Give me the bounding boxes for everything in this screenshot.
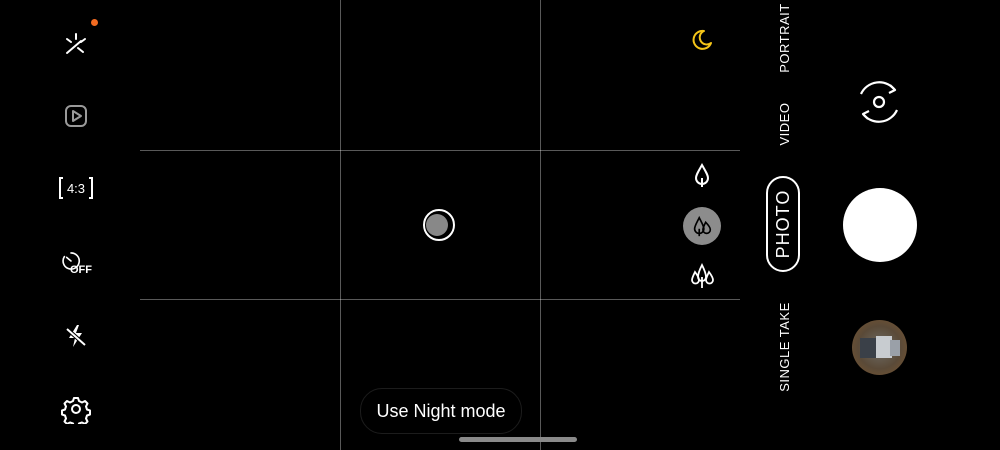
mode-video[interactable]: VIDEO: [777, 84, 793, 164]
settings-button[interactable]: [58, 391, 94, 427]
camera-switch-icon: [859, 81, 899, 123]
motion-photo-icon: [65, 105, 87, 127]
thumbnail-object-left: [860, 338, 876, 358]
timer-label: OFF: [70, 264, 92, 276]
grid-line-vertical-1: [340, 0, 341, 450]
grid-line-horizontal-1: [140, 150, 740, 151]
effects-button[interactable]: [58, 26, 94, 62]
notification-dot: [91, 19, 98, 26]
zoom-wide-button[interactable]: [683, 207, 721, 245]
timer-button[interactable]: OFF: [58, 248, 94, 284]
triple-tree-icon: [691, 262, 714, 288]
gear-icon: [61, 397, 91, 424]
flash-off-icon: [65, 325, 87, 347]
zoom-ultrawide-button[interactable]: [688, 262, 716, 290]
thumbnail-object-right: [890, 340, 900, 356]
single-leaf-icon: [694, 162, 710, 187]
motion-photo-button[interactable]: [58, 98, 94, 134]
focus-indicator: [423, 209, 455, 241]
night-mode-indicator[interactable]: [690, 28, 714, 52]
mode-single-take[interactable]: SINGLE TAKE: [777, 285, 793, 409]
flash-button[interactable]: [58, 318, 94, 354]
switch-camera-button[interactable]: [849, 72, 909, 132]
zoom-tele-button[interactable]: [690, 162, 714, 188]
moon-icon: [692, 29, 712, 50]
focus-indicator-inner: [426, 214, 448, 236]
shutter-button[interactable]: [843, 188, 917, 262]
grid-line-vertical-2: [540, 0, 541, 450]
gallery-thumbnail[interactable]: [852, 320, 907, 375]
use-night-mode-button[interactable]: Use Night mode: [360, 388, 522, 434]
aspect-ratio-label: 4:3: [66, 180, 86, 196]
mode-portrait[interactable]: PORTRAIT: [777, 0, 793, 83]
home-indicator[interactable]: [459, 437, 577, 442]
double-leaf-icon: [693, 215, 712, 237]
mode-photo[interactable]: PHOTO: [773, 174, 793, 274]
sparkle-icon: [66, 33, 86, 54]
aspect-ratio-button[interactable]: 4:3: [56, 170, 96, 206]
grid-line-horizontal-2: [140, 299, 740, 300]
